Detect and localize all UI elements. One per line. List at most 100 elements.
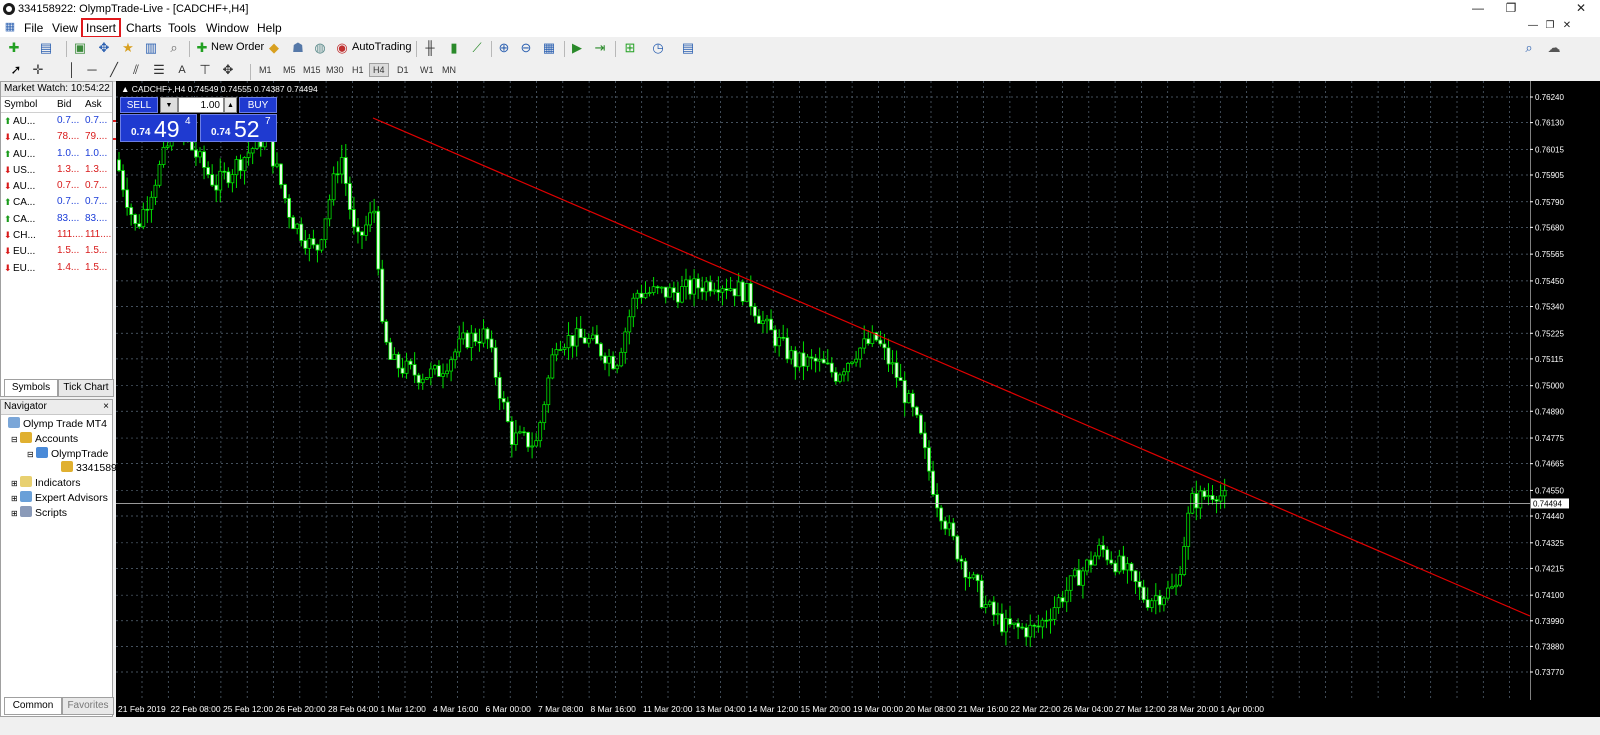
market-icon[interactable]: ◍: [312, 40, 328, 56]
terminal-icon[interactable]: ▥: [143, 40, 159, 56]
column-ask[interactable]: Ask: [82, 97, 112, 112]
auto-scroll-icon[interactable]: ▶: [569, 40, 585, 56]
zoom-out-icon[interactable]: ⊖: [518, 40, 534, 56]
market-watch-icon[interactable]: ▣: [72, 40, 88, 56]
timeframe-m30[interactable]: M30: [323, 64, 347, 76]
buy-quote[interactable]: 0.74 52 7: [200, 114, 277, 142]
ask-value: 79....: [85, 131, 108, 143]
equidistant-channel-icon[interactable]: ⫽: [128, 62, 144, 78]
menu-window[interactable]: Window: [203, 20, 252, 36]
tab-symbols[interactable]: Symbols: [4, 379, 58, 397]
price-chart[interactable]: [116, 81, 1530, 717]
chart-shift-icon[interactable]: ⇥: [592, 40, 608, 56]
market-watch-row[interactable]: ⬇AU... 78.... 79....: [1, 129, 112, 145]
timeframe-m15[interactable]: M15: [300, 64, 324, 76]
text-icon[interactable]: A: [174, 62, 190, 78]
autotrading-button[interactable]: AutoTrading: [352, 41, 412, 53]
cursor-icon[interactable]: ➚: [8, 62, 24, 78]
market-watch-row[interactable]: ⬇EU... 1.4... 1.5...: [1, 260, 112, 276]
line-chart-icon[interactable]: ⟋: [469, 40, 485, 56]
nav-item-expert-advisors[interactable]: ⊞ Expert Advisors: [11, 491, 108, 504]
close-icon[interactable]: ✕: [1566, 1, 1596, 15]
market-watch-row[interactable]: ⬇CH... 111.... 111....: [1, 227, 112, 243]
nav-item-root[interactable]: Olymp Trade MT4: [8, 417, 107, 430]
market-watch-row[interactable]: ⬆CA... 83.... 83....: [1, 211, 112, 227]
chat-icon[interactable]: ☁: [1546, 40, 1562, 56]
lot-increase-button[interactable]: ▲: [224, 97, 237, 113]
bar-chart-icon[interactable]: ╫: [422, 40, 438, 56]
market-watch-row[interactable]: ⬆CA... 0.7... 0.7...: [1, 194, 112, 210]
nav-item-account[interactable]: 3341589: [61, 461, 117, 474]
periods-icon[interactable]: ◷: [650, 40, 666, 56]
restore-icon[interactable]: ❐: [1496, 1, 1526, 15]
market-watch-row[interactable]: ⬆AU... 1.0... 1.0...: [1, 146, 112, 162]
text-label-icon[interactable]: ⊤: [197, 62, 213, 78]
bullish-candle: [842, 371, 846, 376]
timeframe-mn[interactable]: MN: [439, 64, 459, 76]
column-symbol[interactable]: Symbol: [1, 97, 54, 112]
timeframe-h1[interactable]: H1: [349, 64, 367, 76]
bullish-candle: [854, 358, 858, 363]
new-order-icon[interactable]: ✚: [194, 40, 210, 56]
zoom-in-icon[interactable]: ⊕: [496, 40, 512, 56]
bearish-candle: [356, 226, 360, 233]
menu-file[interactable]: File: [21, 20, 46, 36]
strategy-tester-icon[interactable]: ⌕: [166, 40, 182, 56]
trendline-icon[interactable]: ╱: [106, 62, 122, 78]
nav-item-server[interactable]: ⊟ OlympTrade: [27, 447, 108, 460]
arrows-icon[interactable]: ✥: [220, 62, 236, 78]
bearish-candle: [206, 167, 210, 175]
bullish-candle: [623, 331, 628, 353]
timeframe-w1[interactable]: W1: [417, 64, 437, 76]
market-watch-row[interactable]: ⬆AU... 0.7... 0.7...: [1, 113, 112, 129]
candlestick-chart[interactable]: [116, 81, 1530, 717]
market-watch-row[interactable]: ⬇AU... 0.7... 0.7...: [1, 178, 112, 194]
timeframe-d1[interactable]: D1: [394, 64, 412, 76]
tab-tick-chart[interactable]: Tick Chart: [58, 379, 114, 397]
templates-icon[interactable]: ▤: [680, 40, 696, 56]
minimize-icon[interactable]: —: [1463, 1, 1493, 15]
candlesticks-icon[interactable]: ▮: [446, 40, 462, 56]
new-order-button[interactable]: New Order: [211, 41, 264, 53]
menu-help[interactable]: Help: [254, 20, 285, 36]
lot-size-input[interactable]: 1.00: [178, 97, 224, 113]
tab-favorites[interactable]: Favorites: [62, 697, 114, 715]
account-icon: [61, 461, 73, 472]
tab-common[interactable]: Common: [4, 697, 62, 715]
search-icon[interactable]: ⌕: [1521, 40, 1537, 56]
menu-view[interactable]: View: [49, 20, 81, 36]
data-window-icon[interactable]: ✥: [96, 40, 112, 56]
profiles-icon[interactable]: ▤: [38, 40, 54, 56]
sell-quote[interactable]: 0.74 49 4: [120, 114, 197, 142]
new-chart-icon[interactable]: ✚: [6, 40, 22, 56]
signals-icon[interactable]: ☗: [290, 40, 306, 56]
indicators-icon[interactable]: ⊞: [622, 40, 638, 56]
nav-item-indicators[interactable]: ⊞ Indicators: [11, 476, 80, 489]
inner-close-icon[interactable]: ✕: [1552, 20, 1582, 31]
tile-windows-icon[interactable]: ▦: [541, 40, 557, 56]
metaeditor-icon[interactable]: ◆: [266, 40, 282, 56]
bullish-candle: [331, 173, 336, 201]
lot-decrease-button[interactable]: ▼: [160, 97, 178, 113]
navigator-close-icon[interactable]: ×: [103, 400, 109, 414]
nav-item-scripts[interactable]: ⊞ Scripts: [11, 506, 67, 519]
timeframe-h4[interactable]: H4: [369, 63, 389, 77]
market-watch-row[interactable]: ⬇US... 1.3... 1.3...: [1, 162, 112, 178]
price-label: 0.75000: [1535, 382, 1564, 391]
nav-item-accounts[interactable]: ⊟ Accounts: [11, 432, 78, 445]
menu-tools[interactable]: Tools: [165, 20, 199, 36]
vertical-line-icon[interactable]: │: [64, 62, 80, 78]
timeframe-m1[interactable]: M1: [256, 64, 275, 76]
market-watch-row[interactable]: ⬇EU... 1.5... 1.5...: [1, 243, 112, 259]
menu-insert[interactable]: Insert: [81, 18, 122, 38]
column-bid[interactable]: Bid: [54, 97, 82, 112]
horizontal-line-icon[interactable]: ─: [84, 62, 100, 78]
sell-button[interactable]: SELL: [120, 97, 158, 113]
fibonacci-icon[interactable]: ☰: [151, 62, 167, 78]
menu-charts[interactable]: Charts: [123, 20, 164, 36]
crosshair-icon[interactable]: ✛: [30, 62, 46, 78]
navigator-icon[interactable]: ★: [120, 40, 136, 56]
autotrading-icon[interactable]: ◉: [334, 40, 350, 56]
timeframe-m5[interactable]: M5: [280, 64, 299, 76]
buy-button[interactable]: BUY: [239, 97, 277, 113]
